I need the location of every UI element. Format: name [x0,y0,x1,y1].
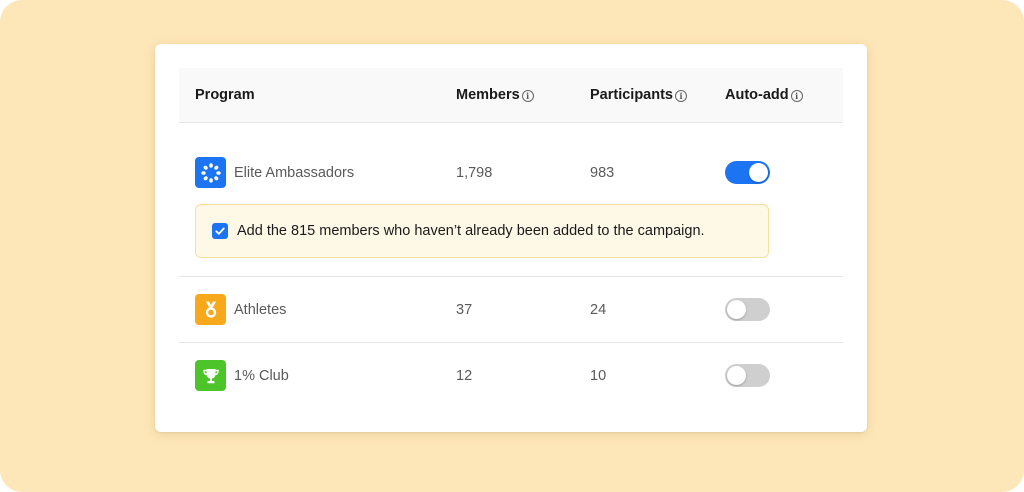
members-count: 1,798 [456,164,493,181]
members-count: 37 [456,301,473,318]
members-cell: 12 [456,343,472,408]
program-name: Athletes [234,301,287,318]
trophy-icon [195,360,226,391]
header-members: Members i [456,68,534,122]
auto-add-cell [725,277,770,342]
table-row: 1% Club 12 10 [179,343,843,408]
participants-count: 10 [590,367,607,384]
auto-add-toggle[interactable] [725,161,770,184]
program-cell: Athletes [195,277,286,342]
participants-count: 24 [590,301,607,318]
table-header: Program Members i Participants i Auto-ad… [179,68,843,123]
programs-card: Program Members i Participants i Auto-ad… [155,44,867,432]
header-auto-add: Auto-add i [725,68,803,122]
medal-icon [195,294,226,325]
programs-table: Program Members i Participants i Auto-ad… [179,68,843,408]
info-icon[interactable]: i [521,89,534,102]
auto-add-cell [725,343,770,408]
table-row: Elite Ambassadors 1,798 983 Add the 815 … [179,123,843,277]
members-count: 12 [456,367,473,384]
header-program-label: Program [195,87,255,103]
add-members-checkbox[interactable] [212,223,228,239]
header-members-label: Members [456,87,520,103]
auto-add-toggle[interactable] [725,364,770,387]
auto-add-cell [725,140,770,205]
participants-cell: 983 [590,140,614,205]
laurel-wreath-icon [195,157,226,188]
participants-cell: 24 [590,277,606,342]
members-cell: 1,798 [456,140,492,205]
program-cell: 1% Club [195,343,289,408]
toggle-knob [727,366,746,385]
header-participants-label: Participants [590,87,673,103]
header-program: Program [195,68,255,122]
table-row: Athletes 37 24 [179,277,843,343]
participants-cell: 10 [590,343,606,408]
program-cell: Elite Ambassadors [195,140,354,205]
auto-add-notice: Add the 815 members who haven’t already … [195,204,769,258]
members-cell: 37 [456,277,472,342]
participants-count: 983 [590,164,615,181]
info-icon[interactable]: i [790,89,803,102]
toggle-knob [749,163,768,182]
toggle-knob [727,300,746,319]
info-icon[interactable]: i [675,89,687,102]
program-name: 1% Club [234,367,289,384]
checkmark-icon [215,227,225,235]
notice-text: Add the 815 members who haven’t already … [237,223,705,239]
header-participants: Participants i [590,68,687,122]
header-auto-add-label: Auto-add [725,87,789,103]
auto-add-toggle[interactable] [725,298,770,321]
program-name: Elite Ambassadors [234,164,355,181]
